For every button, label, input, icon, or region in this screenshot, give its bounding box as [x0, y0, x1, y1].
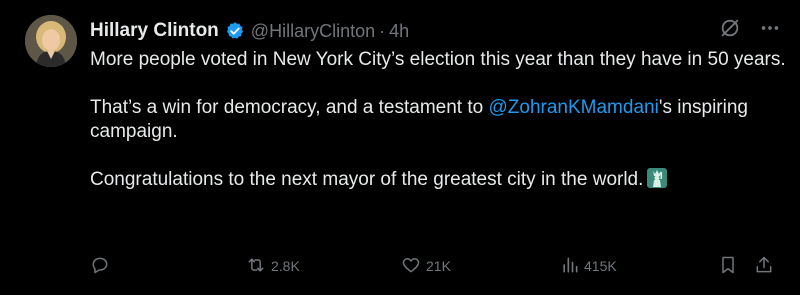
author-handle[interactable]: @HillaryClinton	[251, 21, 375, 42]
reply-button[interactable]	[90, 252, 114, 280]
verified-badge-icon	[225, 21, 245, 41]
avatar[interactable]	[25, 15, 77, 67]
separator-dot: ·	[379, 20, 386, 41]
tweet-paragraph-2: That’s a win for democracy, and a testam…	[90, 96, 790, 144]
tweet-text: More people voted in New York City’s ele…	[90, 48, 790, 192]
bookmark-button[interactable]	[718, 252, 738, 280]
paragraph-2-text-before: That’s a win for democracy, and a testam…	[90, 97, 489, 118]
statue-of-liberty-emoji	[647, 168, 668, 188]
like-count: 21K	[426, 258, 451, 274]
views-button[interactable]: 415K	[560, 252, 617, 280]
timestamp[interactable]: 4h	[389, 21, 409, 42]
heart-icon	[400, 255, 422, 278]
paragraph-3-text: Congratulations to the next mayor of the…	[90, 169, 644, 190]
retweet-button[interactable]: 2.8K	[245, 252, 300, 280]
views-icon	[560, 255, 580, 278]
retweet-icon	[245, 255, 267, 278]
mention-link[interactable]: @ZohranKMamdani	[489, 97, 659, 118]
tweet-card[interactable]: Hillary Clinton @HillaryClinton · 4h Mor…	[0, 0, 800, 295]
reply-icon	[90, 255, 110, 278]
retweet-count: 2.8K	[271, 258, 300, 274]
tweet-paragraph-1: More people voted in New York City’s ele…	[90, 49, 786, 70]
share-icon	[754, 254, 774, 279]
share-button[interactable]	[754, 252, 774, 280]
view-count: 415K	[584, 258, 617, 274]
more-icon[interactable]	[756, 14, 784, 42]
author-name[interactable]: Hillary Clinton	[90, 20, 219, 42]
action-bar: 2.8K 21K 415K	[90, 252, 790, 280]
grok-icon[interactable]	[716, 14, 744, 42]
like-button[interactable]: 21K	[400, 252, 451, 280]
tweet-header: Hillary Clinton @HillaryClinton · 4h	[90, 18, 409, 44]
bookmark-icon	[718, 254, 738, 279]
tweet-paragraph-3: Congratulations to the next mayor of the…	[90, 168, 790, 192]
